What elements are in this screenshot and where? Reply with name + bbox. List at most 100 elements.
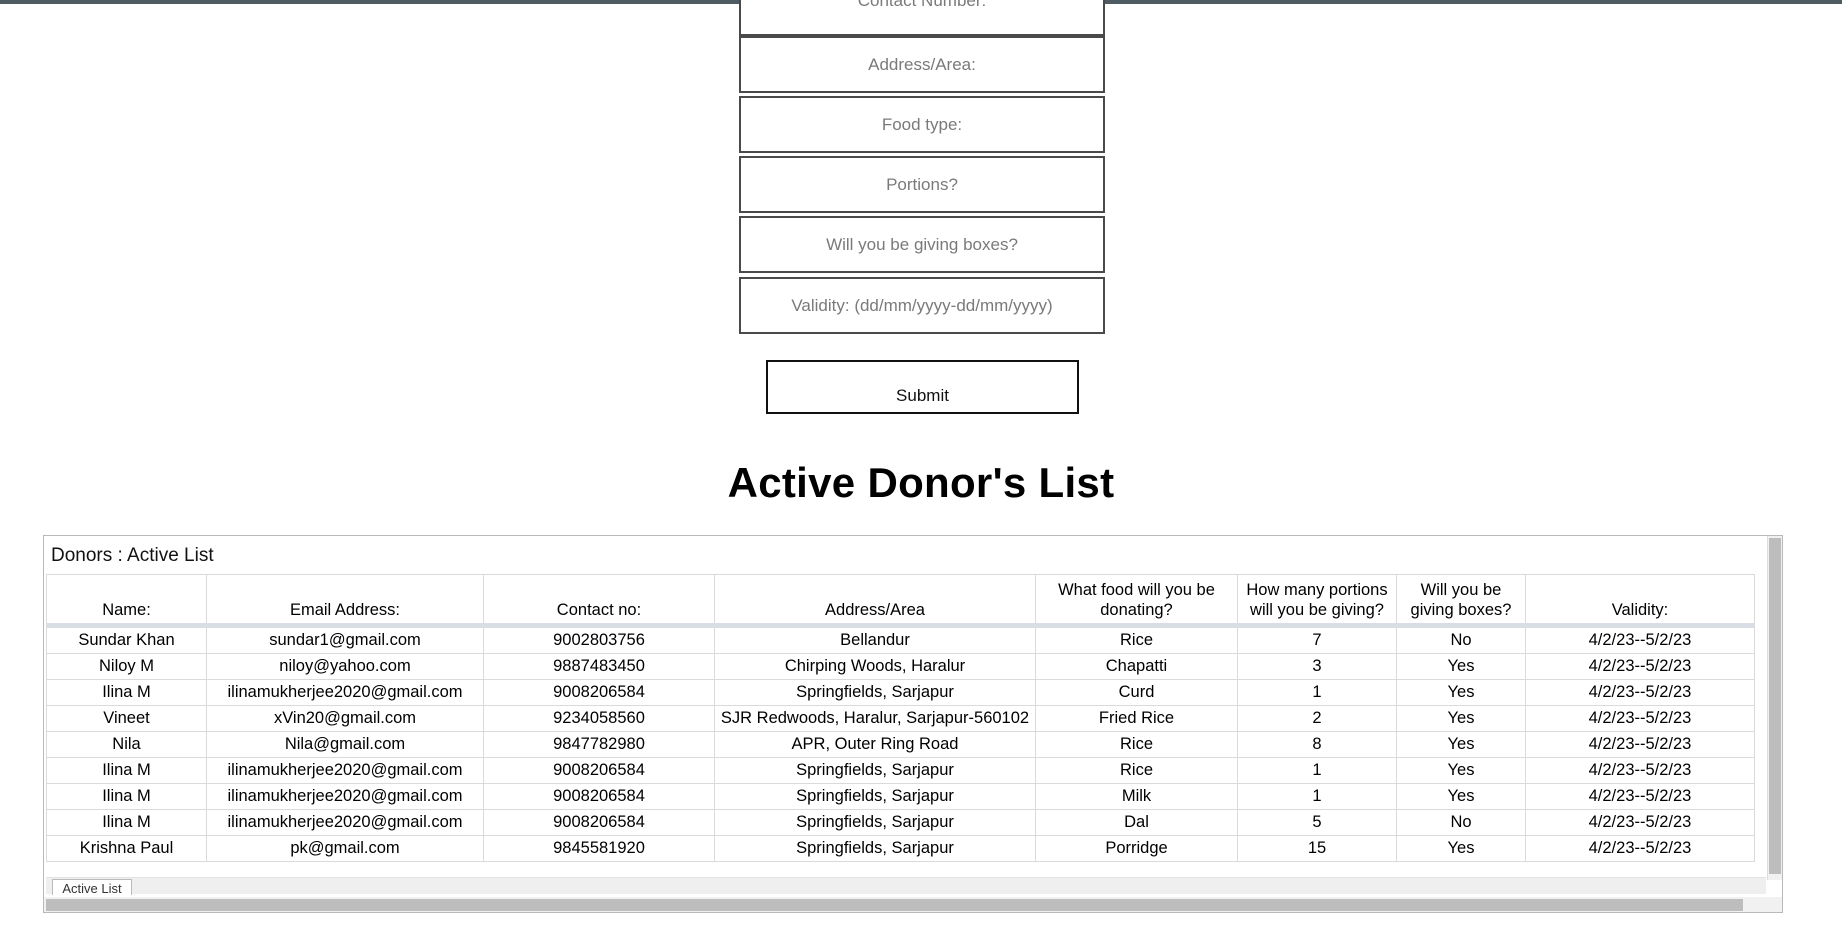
col-header-address: Address/Area xyxy=(714,574,1036,628)
food-cell: Porridge xyxy=(1035,835,1238,862)
portions-cell: 8 xyxy=(1237,731,1397,758)
validity-placeholder: Validity: (dd/mm/yyyy-dd/mm/yyyy) xyxy=(791,295,1053,315)
food-cell: Fried Rice xyxy=(1035,705,1238,732)
food-cell: Milk xyxy=(1035,783,1238,810)
portions-cell: 1 xyxy=(1237,757,1397,784)
table-row: Niloy Mniloy@yahoo.com 9887483450 Chirping… xyxy=(46,653,1755,680)
contact-cell: 9008206584 xyxy=(483,809,715,836)
address-cell: Springfields, Sarjapur xyxy=(714,809,1036,836)
table-row: Sundar Khan sundar1@gmail.com 9002803756 Be… xyxy=(46,625,1755,654)
vertical-scrollbar[interactable] xyxy=(1767,536,1782,880)
portions-cell: 7 xyxy=(1237,625,1397,654)
contact-cell: 9845581920 xyxy=(483,835,715,862)
validity-cell: 4/2/23--5/2/23 xyxy=(1525,757,1755,784)
address-cell: Springfields, Sarjapur xyxy=(714,783,1036,810)
address-cell: Springfields, Sarjapur xyxy=(714,757,1036,784)
email-cell: ilinamukherjee2020@gmail.com xyxy=(206,757,484,784)
contact-cell: 9887483450 xyxy=(483,653,715,680)
boxes-field[interactable]: Will you be giving boxes? xyxy=(739,216,1105,273)
portions-cell: 5 xyxy=(1237,809,1397,836)
name-cell: Ilina M xyxy=(46,679,207,706)
header-row: Name: Email Address: Contact no: Address… xyxy=(46,574,1755,628)
boxes-cell: Yes xyxy=(1396,835,1526,862)
name-cell: Ilina M xyxy=(46,757,207,784)
validity-cell: 4/2/23--5/2/23 xyxy=(1525,679,1755,706)
col-header-boxes: Will you be giving boxes? xyxy=(1396,574,1526,628)
col-header-contact: Contact no: xyxy=(483,574,715,628)
boxes-cell: No xyxy=(1396,809,1526,836)
col-header-portions: How many portions will you be giving? xyxy=(1237,574,1397,628)
col-header-email: Email Address: xyxy=(206,574,484,628)
table-row: Ilina Milinamukherjee2020@gmail.com 90082… xyxy=(46,783,1755,810)
food-type-placeholder: Food type: xyxy=(881,114,963,134)
food-cell: Dal xyxy=(1035,809,1238,836)
validity-cell: 4/2/23--5/2/23 xyxy=(1525,625,1755,654)
portions-field[interactable]: Portions? xyxy=(739,156,1105,213)
address-placeholder: Address/Area: xyxy=(868,54,976,74)
email-cell: sundar1@gmail.com xyxy=(206,625,484,654)
portions-cell: 15 xyxy=(1237,835,1397,862)
email-cell: xVin20@gmail.com xyxy=(206,705,484,732)
page-heading: Active Donor's List xyxy=(727,459,1115,506)
boxes-cell: Yes xyxy=(1396,731,1526,758)
validity-cell: 4/2/23--5/2/23 xyxy=(1525,705,1755,732)
sheet-tab-bar xyxy=(46,877,1766,894)
vertical-scroll-thumb[interactable] xyxy=(1769,538,1781,874)
validity-cell: 4/2/23--5/2/23 xyxy=(1525,809,1755,836)
horizontal-scrollbar[interactable] xyxy=(44,897,1782,912)
boxes-cell: Yes xyxy=(1396,679,1526,706)
table-row: Vineet xVin20@gmail.com 9234058560 SJR Redw… xyxy=(46,705,1755,732)
address-cell: APR, Outer Ring Road xyxy=(714,731,1036,758)
portions-placeholder: Portions? xyxy=(886,174,958,194)
address-cell: Chirping Woods, Haralur xyxy=(714,653,1036,680)
food-type-field[interactable]: Food type: xyxy=(739,96,1105,153)
address-cell: Bellandur xyxy=(714,625,1036,654)
food-cell: Chapatti xyxy=(1035,653,1238,680)
name-cell: Niloy M xyxy=(46,653,207,680)
portions-cell: 1 xyxy=(1237,783,1397,810)
contact-cell: 9008206584 xyxy=(483,783,715,810)
name-cell: Krishna Paul xyxy=(46,835,207,862)
email-cell: ilinamukherjee2020@gmail.com xyxy=(206,809,484,836)
submit-button[interactable]: Submit xyxy=(766,360,1079,414)
email-cell: ilinamukherjee2020@gmail.com xyxy=(206,783,484,810)
boxes-placeholder: Will you be giving boxes? xyxy=(826,234,1018,254)
address-cell: SJR Redwoods, Haralur, Sarjapur-560102 xyxy=(714,705,1036,732)
validity-cell: 4/2/23--5/2/23 xyxy=(1525,835,1755,862)
table-row: Nila Nila@gmail.com 9847782980 APR, Outer R… xyxy=(46,731,1755,758)
validity-field[interactable]: Validity: (dd/mm/yyyy-dd/mm/yyyy) xyxy=(739,277,1105,334)
email-cell: ilinamukherjee2020@gmail.com xyxy=(206,679,484,706)
name-cell: Ilina M xyxy=(46,809,207,836)
boxes-cell: No xyxy=(1396,625,1526,654)
address-field[interactable]: Address/Area: xyxy=(739,36,1105,93)
contact-cell: 9234058560 xyxy=(483,705,715,732)
validity-cell: 4/2/23--5/2/23 xyxy=(1525,731,1755,758)
table-row: Ilina Milinamukherjee2020@gmail.com 90082… xyxy=(46,809,1755,836)
address-cell: Springfields, Sarjapur xyxy=(714,679,1036,706)
validity-cell: 4/2/23--5/2/23 xyxy=(1525,653,1755,680)
boxes-cell: Yes xyxy=(1396,705,1526,732)
donor-table: Name: Email Address: Contact no: Address… xyxy=(46,574,1755,862)
contact-number-field[interactable]: Contact Number: xyxy=(739,0,1105,36)
boxes-cell: Yes xyxy=(1396,757,1526,784)
email-cell: Nila@gmail.com xyxy=(206,731,484,758)
contact-number-placeholder: Contact Number: xyxy=(857,0,987,10)
email-cell: niloy@yahoo.com xyxy=(206,653,484,680)
name-cell: Sundar Khan xyxy=(46,625,207,654)
embedded-spreadsheet[interactable]: Donors : Active List Name: Email Address… xyxy=(43,535,1783,913)
boxes-cell: Yes xyxy=(1396,653,1526,680)
food-cell: Rice xyxy=(1035,731,1238,758)
contact-cell: 9002803756 xyxy=(483,625,715,654)
col-header-food: What food will you be donating? xyxy=(1035,574,1238,628)
email-cell: pk@gmail.com xyxy=(206,835,484,862)
validity-cell: 4/2/23--5/2/23 xyxy=(1525,783,1755,810)
table-row: Ilina Milinamukherjee2020@gmail.com 90082… xyxy=(46,757,1755,784)
contact-cell: 9008206584 xyxy=(483,757,715,784)
sheet-tab-active-list[interactable]: Active List xyxy=(52,879,132,895)
horizontal-scroll-thumb[interactable] xyxy=(46,899,1743,911)
portions-cell: 2 xyxy=(1237,705,1397,732)
portions-cell: 3 xyxy=(1237,653,1397,680)
contact-cell: 9008206584 xyxy=(483,679,715,706)
name-cell: Vineet xyxy=(46,705,207,732)
table-row: Ilina Milinamukherjee2020@gmail.com 90082… xyxy=(46,679,1755,706)
